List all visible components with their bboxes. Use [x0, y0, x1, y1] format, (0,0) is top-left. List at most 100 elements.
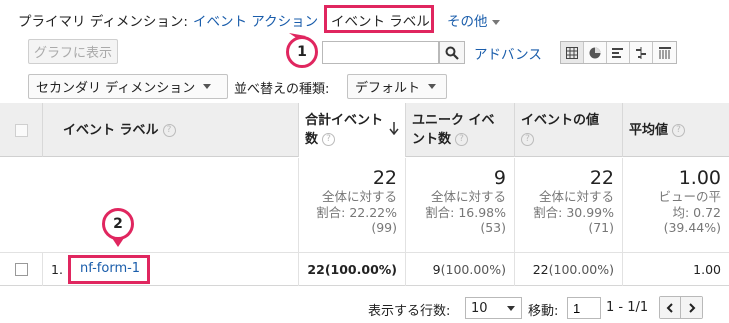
chevron-down-icon [428, 84, 437, 89]
chevron-left-icon [666, 302, 673, 313]
show-in-graph-button[interactable]: グラフに表示 [28, 39, 118, 64]
primary-dimension-label: プライマリ ディメンション: [18, 14, 188, 30]
totals-total-events-value: 22 [372, 167, 397, 189]
totals-avg-value-caption: ビューの平 [658, 189, 721, 204]
view-pie-button[interactable] [584, 42, 607, 63]
search-button[interactable] [439, 41, 465, 64]
row-index: 1. [51, 261, 63, 277]
help-icon[interactable]: ? [455, 133, 469, 146]
goto-page-input[interactable] [567, 297, 601, 319]
row-event-value-value: 22 [532, 261, 549, 277]
comparison-icon [636, 46, 646, 59]
header-event-label[interactable]: イベント ラベル? [43, 103, 299, 157]
row-avg-value-value: 1.00 [693, 261, 721, 277]
row-unique-events: 9 (100.00%) [406, 252, 515, 286]
search-icon [445, 46, 459, 60]
search-input[interactable] [322, 41, 439, 64]
header-event-value-text: イベントの値 [521, 113, 600, 128]
totals-total-events-overall: (99) [371, 220, 397, 235]
pie-chart-icon [589, 47, 601, 58]
totals-unique-events-percent: 割合: 16.98% [425, 204, 506, 220]
prev-page-button[interactable] [660, 297, 681, 318]
header-avg-value[interactable]: 平均値? [623, 103, 729, 157]
rows-per-page-select[interactable]: 10 [465, 297, 522, 319]
row-event-value-pct: (100.00%) [548, 261, 614, 277]
select-all-checkbox[interactable] [14, 123, 28, 137]
table-grid-icon [566, 46, 578, 59]
totals-label-cell [0, 158, 299, 252]
totals-total-events-percent: 割合: 22.22% [316, 204, 397, 220]
totals-event-value-value: 22 [589, 167, 614, 189]
row-total-events: 22 (100.00%) [299, 252, 406, 286]
totals-avg-value-value: 1.00 [678, 167, 721, 189]
header-avg-value-text: 平均値 [629, 123, 669, 138]
header-total-events-line2: 数 [305, 132, 319, 147]
view-table-button[interactable] [561, 42, 584, 63]
totals-total-events: 22 全体に対する 割合: 22.22% (99) [299, 158, 406, 252]
rows-per-page-label: 表示する行数: [368, 304, 451, 319]
header-unique-events-line2: ント数 [412, 132, 452, 147]
header-event-value[interactable]: イベントの値 ? [515, 103, 623, 157]
header-select-cell [0, 103, 43, 157]
totals-unique-events-overall: (53) [480, 220, 506, 235]
help-icon[interactable]: ? [521, 133, 534, 146]
row-checkbox[interactable] [14, 262, 28, 276]
header-total-events[interactable]: 合計イベント 数? [299, 103, 406, 157]
totals-event-value-percent: 割合: 30.99% [533, 204, 614, 220]
sort-type-value: デフォルト [355, 81, 421, 96]
chevron-down-icon [507, 305, 515, 311]
help-icon[interactable]: ? [322, 133, 336, 146]
pivot-table-icon [658, 46, 671, 59]
dimension-more-dropdown[interactable]: その他 [447, 10, 500, 30]
next-page-button[interactable] [681, 297, 702, 318]
row-event-value: 22 (100.00%) [515, 252, 623, 286]
row-avg-value: 1.00 [623, 252, 729, 286]
callout-marker-2: 2 [102, 208, 134, 240]
totals-event-value: 22 全体に対する 割合: 30.99% (71) [515, 158, 623, 252]
header-event-label-text: イベント ラベル [63, 123, 159, 138]
page-range: 1 - 1/1 [606, 300, 649, 315]
sort-type-select[interactable]: デフォルト [347, 74, 447, 99]
view-comparison-button[interactable] [630, 42, 653, 63]
totals-unique-events-caption: 全体に対する [430, 189, 506, 204]
dimension-more-label: その他 [447, 14, 488, 30]
sort-type-label: 並べ替えの種類: [234, 82, 330, 97]
totals-event-value-overall: (71) [588, 220, 614, 235]
pagination-buttons [659, 296, 703, 319]
rows-per-page-value: 10 [471, 300, 488, 316]
callout-marker-1: 1 [286, 36, 318, 68]
totals-unique-events-value: 9 [493, 167, 506, 189]
help-icon[interactable]: ? [672, 124, 686, 137]
view-pivot-button[interactable] [653, 42, 676, 63]
totals-total-events-caption: 全体に対する [321, 189, 397, 204]
row-unique-events-pct: (100.00%) [440, 261, 506, 277]
chevron-down-icon [491, 19, 500, 25]
dimension-event-action-link[interactable]: イベント アクション [193, 10, 318, 30]
goto-label: 移動: [528, 304, 559, 319]
totals-event-value-caption: 全体に対する [538, 189, 614, 204]
chevron-down-icon [203, 84, 212, 89]
totals-unique-events: 9 全体に対する 割合: 16.98% (53) [406, 158, 515, 252]
row-total-events-value: 22 [307, 261, 325, 277]
event-label-link[interactable]: nf-form-1 [80, 261, 140, 276]
bar-chart-icon [612, 47, 623, 58]
view-switcher [560, 41, 677, 64]
row-total-events-pct: (100.00%) [324, 261, 397, 277]
chevron-right-icon [688, 302, 695, 313]
row-unique-events-value: 9 [432, 261, 441, 277]
secondary-dimension-select[interactable]: セカンダリ ディメンション [28, 74, 228, 99]
dimension-event-label-active[interactable]: イベント ラベル [331, 10, 430, 30]
totals-avg-value-percent: 均: 0.72 [672, 204, 721, 220]
secondary-dimension-label: セカンダリ ディメンション [36, 81, 196, 96]
view-bar-button[interactable] [607, 42, 630, 63]
advanced-search-link[interactable]: アドバンス [474, 43, 542, 63]
sort-descending-arrow-icon [389, 122, 399, 135]
header-unique-events[interactable]: ユニーク イベ ント数? [406, 103, 515, 157]
header-unique-events-line1: ユニーク イベ [412, 113, 495, 128]
totals-avg-value: 1.00 ビューの平 均: 0.72 (39.44%) [623, 158, 729, 252]
marker-2-pointer [112, 238, 124, 247]
help-icon[interactable]: ? [162, 124, 176, 137]
header-total-events-line1: 合計イベント [305, 113, 384, 128]
row-select-cell [0, 252, 43, 286]
totals-avg-value-overall: (39.44%) [663, 220, 721, 235]
